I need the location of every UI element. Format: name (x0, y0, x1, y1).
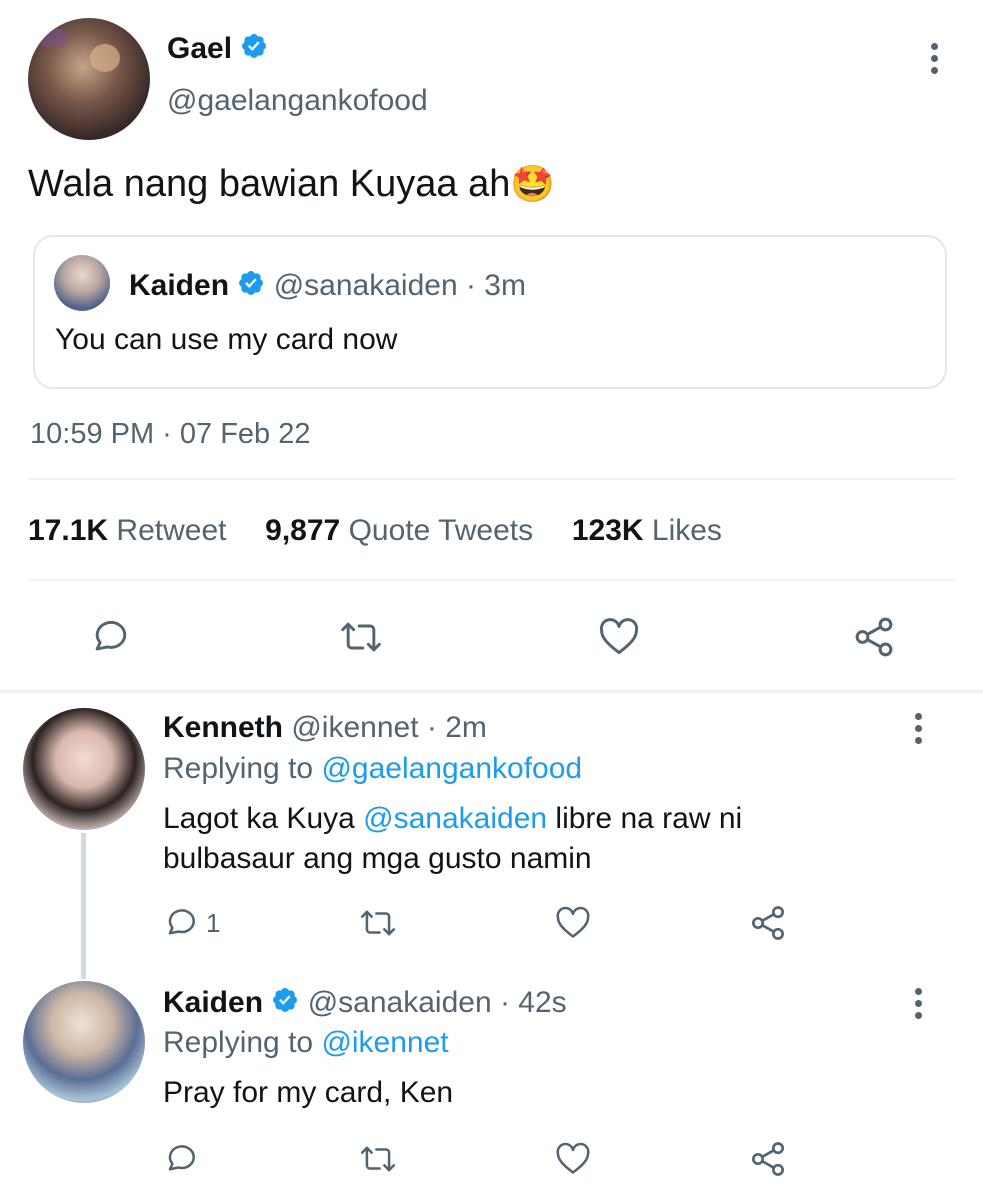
quotes-label: Quote Tweets (348, 514, 534, 547)
verified-badge-icon (271, 986, 299, 1022)
reply1-text-line1: Lagot ka Kuya @sanakaiden libre na raw n… (163, 802, 742, 836)
reply2-time: · 42s (499, 986, 567, 1019)
tweet-timestamp[interactable]: 10:59 PM · 07 Feb 22 (30, 418, 311, 451)
reply2-author-row: Kaiden @sanakaiden · 42s (163, 986, 567, 1022)
quoted-time: · 3m (465, 269, 526, 302)
quoted-author-handle: @sanakaiden (273, 269, 458, 302)
retweets-stat[interactable]: 17.1K Retweet (28, 514, 226, 547)
retweets-label: Retweet (116, 514, 227, 547)
section-divider (0, 690, 983, 693)
more-options-icon[interactable] (929, 43, 939, 74)
avatar-kenneth[interactable] (23, 708, 145, 830)
avatar-kaiden[interactable] (23, 981, 145, 1103)
author-row: Gael (167, 32, 268, 68)
reply1-reply-button[interactable]: 1 (162, 904, 220, 942)
reply1-time: · 2m (426, 711, 487, 744)
reply1-author-handle[interactable]: @ikennet (291, 711, 418, 744)
quoted-author-name: Kaiden (129, 269, 230, 302)
share-icon[interactable] (851, 614, 897, 660)
avatar-gael[interactable] (28, 18, 150, 140)
likes-stat[interactable]: 123K Likes (572, 514, 722, 547)
share-icon[interactable] (748, 903, 788, 943)
retweet-icon[interactable] (337, 615, 385, 659)
verified-badge-icon (237, 269, 265, 305)
replying-to-label: Replying to (163, 1026, 314, 1059)
tweet-stats: 17.1K Retweet 9,877 Quote Tweets 123K Li… (28, 514, 722, 548)
reply2-author-name[interactable]: Kaiden (163, 986, 263, 1019)
reply1-author-row: Kenneth @ikennet · 2m (163, 711, 487, 745)
reply-icon (162, 904, 200, 942)
quoted-author-row: Kaiden @sanakaiden · 3m (129, 269, 526, 305)
replying-to-handle[interactable]: @ikennet (321, 1026, 448, 1059)
verified-badge-icon (240, 32, 268, 68)
reply1-text-line2: bulbasaur ang mga gusto namin (163, 842, 592, 875)
reply2-text: Pray for my card, Ken (163, 1076, 454, 1109)
reply2-replying-to: Replying to @ikennet (163, 1026, 449, 1060)
reply1-replying-to: Replying to @gaelangankofood (163, 752, 582, 786)
star-struck-emoji: 🤩 (510, 163, 556, 204)
reply2-author-handle[interactable]: @sanakaiden (308, 986, 492, 1019)
more-options-icon[interactable] (913, 988, 923, 1019)
reply1-text-a: Lagot ka Kuya (163, 802, 355, 835)
reply1-author-name[interactable]: Kenneth (163, 711, 283, 744)
share-icon[interactable] (748, 1139, 788, 1179)
quotes-count: 9,877 (265, 514, 341, 547)
like-icon[interactable] (596, 615, 642, 659)
divider (28, 579, 955, 581)
mention-link[interactable]: @sanakaiden (363, 802, 547, 835)
replying-to-label: Replying to (163, 752, 314, 785)
author-handle[interactable]: @gaelangankofood (167, 84, 428, 118)
reply1-text-b: libre na raw ni (555, 802, 743, 835)
quotes-stat[interactable]: 9,877 Quote Tweets (265, 514, 533, 547)
like-icon[interactable] (553, 1140, 593, 1178)
author-name[interactable]: Gael (167, 32, 232, 65)
tweet-text: Wala nang bawian Kuyaa ah (28, 163, 511, 205)
retweet-icon[interactable] (357, 904, 399, 942)
retweet-icon[interactable] (357, 1140, 399, 1178)
avatar-kaiden-small[interactable] (54, 255, 110, 311)
likes-label: Likes (651, 514, 722, 547)
divider (28, 478, 955, 480)
quoted-tweet-card[interactable]: Kaiden @sanakaiden · 3m You can use my c… (33, 235, 947, 389)
like-icon[interactable] (553, 904, 593, 942)
reply-icon[interactable] (88, 615, 132, 659)
tweet-text-row: Wala nang bawian Kuyaa ah🤩 (28, 163, 555, 206)
reply-icon[interactable] (162, 1140, 200, 1178)
likes-count: 123K (571, 514, 644, 547)
quoted-text: You can use my card now (55, 323, 398, 356)
reply-count: 1 (206, 907, 221, 938)
thread-connector-line (81, 833, 86, 979)
retweets-count: 17.1K (28, 514, 109, 547)
more-options-icon[interactable] (913, 713, 923, 744)
replying-to-handle[interactable]: @gaelangankofood (321, 752, 582, 785)
